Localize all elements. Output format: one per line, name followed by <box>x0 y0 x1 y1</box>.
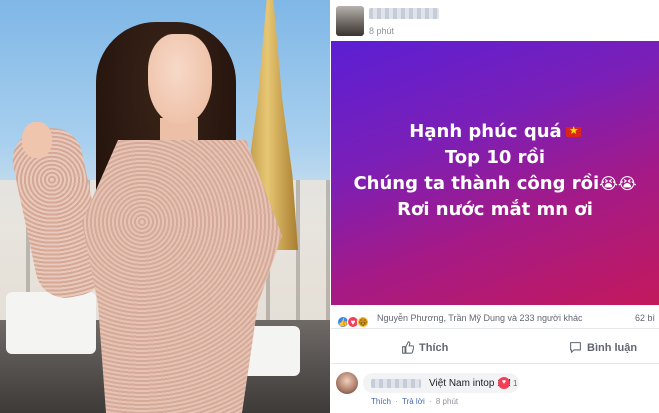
comment-item: Việt Nam intop 10! ♥ 1 Thích · Trả lời ·… <box>331 368 659 413</box>
banner-text: Hạnh phúc quá Top 10 rồi Chúng ta thành … <box>331 119 659 223</box>
vietnam-flag-icon <box>565 123 581 139</box>
commenter-name-blurred[interactable] <box>371 378 421 388</box>
banner-line-4: Rơi nước mắt mn ơi <box>397 199 593 220</box>
comment-reply-link[interactable]: Trả lời <box>402 397 425 406</box>
like-button-label: Thích <box>419 341 449 354</box>
separator-dot: · <box>395 397 398 406</box>
comment-button-label: Bình luận <box>587 341 638 354</box>
face <box>148 34 212 124</box>
comments-count[interactable]: 62 bì <box>635 313 655 323</box>
comment-time[interactable]: 8 phút <box>436 397 458 406</box>
like-button[interactable]: Thích <box>401 341 448 354</box>
banner-line-2: Top 10 rồi <box>444 147 546 168</box>
post-banner: Hạnh phúc quá Top 10 rồi Chúng ta thành … <box>331 41 659 305</box>
comment-bubble: Việt Nam intop 10! <box>363 373 520 393</box>
banner-line-1: Hạnh phúc quá <box>331 119 659 145</box>
author-avatar[interactable] <box>336 6 364 36</box>
heart-reaction-icon: ♥ <box>498 377 510 389</box>
crying-face-icon: 😭 <box>617 174 637 193</box>
action-bar: Thích Bình luận <box>331 332 659 364</box>
reactions-bar: 👍 ♥ 😆 Nguyễn Phương, Trần Mỹ Dung và 233 n… <box>331 307 659 329</box>
crying-face-icon: 😭 <box>599 174 618 193</box>
author-name-blurred[interactable] <box>369 8 439 19</box>
banner-line-1-text: Hạnh phúc quá <box>409 121 562 142</box>
comment-reaction-count: 1 <box>513 378 518 388</box>
woman-photo <box>0 0 330 413</box>
hand <box>22 122 52 158</box>
banner-line-3-text: Chúng ta thành công rồi <box>353 173 600 194</box>
comment-button[interactable]: Bình luận <box>569 341 637 354</box>
post-header: 8 phút <box>331 0 659 46</box>
facebook-post: 8 phút Hạnh phúc quá Top 10 rồi Chúng ta… <box>331 0 659 413</box>
post-time[interactable]: 8 phút <box>369 26 394 36</box>
separator-dot: · <box>428 397 432 406</box>
commenter-avatar[interactable] <box>336 372 358 394</box>
speech-bubble-icon <box>570 342 581 353</box>
haha-reaction-icon: 😆 <box>357 316 369 328</box>
comment-like-link[interactable]: Thích <box>371 397 391 406</box>
reaction-summary[interactable]: Nguyễn Phương, Trần Mỹ Dung và 233 người… <box>377 313 582 323</box>
reaction-icons[interactable]: 👍 ♥ 😆 <box>337 312 369 328</box>
thumbs-up-icon <box>402 341 414 354</box>
comment-reaction[interactable]: ♥ 1 <box>498 377 517 389</box>
banner-line-3: Chúng ta thành công rồi😭😭 <box>331 171 659 197</box>
parked-truck <box>6 292 96 354</box>
comment-actions: Thích · Trả lời · 8 phút <box>371 397 460 406</box>
